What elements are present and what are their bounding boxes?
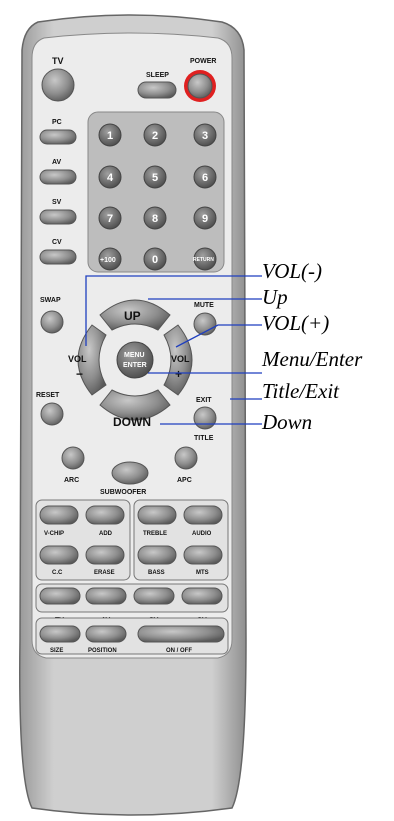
source-av-button[interactable] bbox=[85, 587, 127, 605]
menu-label: MENU bbox=[124, 352, 145, 359]
key-8-label: 8 bbox=[152, 213, 158, 225]
size-label: SIZE bbox=[50, 648, 63, 654]
callout-up: Up bbox=[262, 285, 288, 309]
key-9-label: 9 bbox=[202, 213, 208, 225]
title-label: TITLE bbox=[194, 435, 214, 442]
vol-minus-sign: − bbox=[76, 367, 83, 381]
treble-button[interactable] bbox=[137, 505, 177, 525]
key-2-label: 2 bbox=[152, 130, 158, 142]
treble-label: TREBLE bbox=[143, 531, 167, 537]
swap-button[interactable] bbox=[40, 310, 64, 334]
cc-button[interactable] bbox=[39, 545, 79, 565]
power-button[interactable] bbox=[187, 73, 213, 99]
key-4-label: 4 bbox=[107, 172, 114, 184]
sv-label: SV bbox=[52, 199, 62, 206]
subwoofer-button[interactable] bbox=[111, 461, 149, 485]
exit-label: EXIT bbox=[196, 397, 212, 404]
position-button[interactable] bbox=[85, 625, 127, 643]
apc-button[interactable] bbox=[174, 446, 198, 470]
vchip-button[interactable] bbox=[39, 505, 79, 525]
cc-label: C.C bbox=[52, 570, 63, 576]
vchip-label: V-CHIP bbox=[44, 531, 64, 537]
vol-plus-sign: + bbox=[175, 367, 182, 381]
mts-label: MTS bbox=[196, 570, 209, 576]
audio-button[interactable] bbox=[183, 505, 223, 525]
source-tv-button[interactable] bbox=[39, 587, 81, 605]
bass-button[interactable] bbox=[137, 545, 177, 565]
swap-label: SWAP bbox=[40, 297, 61, 304]
add-button[interactable] bbox=[85, 505, 125, 525]
source-cv-button[interactable] bbox=[181, 587, 223, 605]
key-3-label: 3 bbox=[202, 130, 208, 142]
callout-menu-enter: Menu/Enter bbox=[262, 347, 363, 371]
tv-label: TV bbox=[52, 56, 64, 66]
reset-button[interactable] bbox=[40, 402, 64, 426]
arc-button[interactable] bbox=[61, 446, 85, 470]
tv-button[interactable] bbox=[41, 68, 75, 102]
subwoofer-label: SUBWOOFER bbox=[100, 489, 146, 496]
cv-label: CV bbox=[52, 239, 62, 246]
remote-control-diagram: TV SLEEP POWER PC AV SV CV 1 2 3 4 5 6 7… bbox=[19, 14, 262, 816]
sleep-button[interactable] bbox=[137, 81, 177, 99]
add-label: ADD bbox=[99, 531, 113, 537]
callout-down: Down bbox=[262, 410, 313, 434]
size-button[interactable] bbox=[39, 625, 81, 643]
sv-button[interactable] bbox=[39, 209, 77, 225]
audio-label: AUDIO bbox=[192, 531, 212, 537]
bass-label: BASS bbox=[148, 570, 165, 576]
key-6-label: 6 bbox=[202, 172, 208, 184]
exit-title-button[interactable] bbox=[193, 406, 217, 430]
key-7-label: 7 bbox=[107, 213, 113, 225]
callout-title-exit: Title/Exit bbox=[262, 379, 339, 403]
vol-plus-label: VOL bbox=[171, 354, 190, 364]
reset-label: RESET bbox=[36, 392, 60, 399]
av-label: AV bbox=[52, 159, 62, 166]
cv-button[interactable] bbox=[39, 249, 77, 265]
erase-button[interactable] bbox=[85, 545, 125, 565]
arc-label: ARC bbox=[64, 477, 79, 484]
onoff-button[interactable] bbox=[137, 625, 225, 643]
key-plus100-label: +100 bbox=[100, 257, 116, 264]
position-label: POSITION bbox=[88, 648, 117, 654]
power-label: POWER bbox=[190, 58, 216, 65]
key-return-label: RETURN bbox=[193, 257, 214, 263]
up-label: UP bbox=[124, 309, 141, 323]
key-1-label: 1 bbox=[107, 130, 113, 142]
erase-label: ERASE bbox=[94, 570, 115, 576]
callout-vol-plus: VOL(+) bbox=[262, 311, 330, 335]
key-5-label: 5 bbox=[152, 172, 158, 184]
vol-minus-label: VOL bbox=[68, 354, 87, 364]
mts-button[interactable] bbox=[183, 545, 223, 565]
pc-button[interactable] bbox=[39, 129, 77, 145]
enter-label: ENTER bbox=[123, 362, 147, 369]
sleep-label: SLEEP bbox=[146, 72, 169, 79]
menu-enter-button[interactable] bbox=[116, 341, 154, 379]
onoff-label: ON / OFF bbox=[166, 648, 192, 654]
down-label: DOWN bbox=[113, 415, 151, 429]
callout-vol-minus: VOL(-) bbox=[262, 259, 323, 283]
av-button[interactable] bbox=[39, 169, 77, 185]
pc-label: PC bbox=[52, 119, 62, 126]
mute-label: MUTE bbox=[194, 302, 214, 309]
key-0-label: 0 bbox=[152, 254, 158, 266]
source-sv-button[interactable] bbox=[133, 587, 175, 605]
apc-label: APC bbox=[177, 477, 192, 484]
